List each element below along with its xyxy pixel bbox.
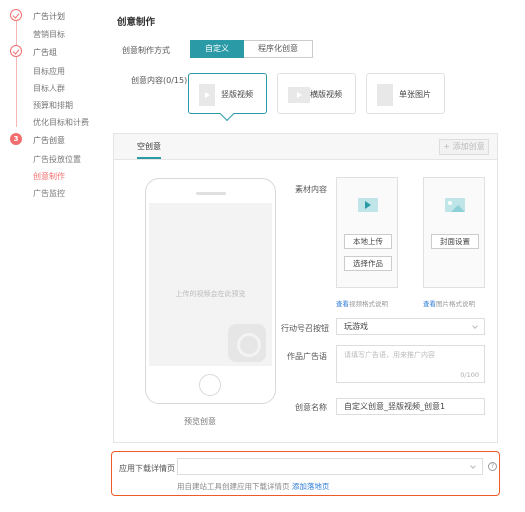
cover-setting-button[interactable]: 封面设置 xyxy=(431,234,479,249)
step-ad-plan[interactable]: 广告计划 xyxy=(33,11,65,22)
step-sidebar: 广告计划 营销目标 广告组 目标应用 目标人群 预算和排期 优化目标和计费 3 … xyxy=(0,0,105,512)
sidebar-item-placement[interactable]: 广告投放位置 xyxy=(33,154,81,165)
step-ad-group[interactable]: 广告组 xyxy=(33,47,57,58)
char-counter: 0/100 xyxy=(460,371,479,379)
help-icon[interactable]: ? xyxy=(488,462,497,471)
phone-speaker xyxy=(196,192,226,195)
name-label: 创意名称 xyxy=(295,403,327,412)
card-label: 单张图片 xyxy=(399,90,431,99)
panel-header: 空创意 + 添加创意 xyxy=(114,134,497,160)
cta-label: 行动号召按钮 xyxy=(281,324,329,333)
sidebar-item-ad-monitoring[interactable]: 广告监控 xyxy=(33,188,65,199)
page-title: 创意制作 xyxy=(117,17,156,28)
video-format-note: 查看视频格式说明 xyxy=(336,300,388,308)
material-label: 素材内容 xyxy=(295,185,327,194)
video-upload-box: 本地上传 选择作品 xyxy=(336,177,398,288)
content-type-cards: 竖版视频 横版视频 单张图片 xyxy=(188,73,445,122)
preview-creative-label: 预览创意 xyxy=(184,417,216,426)
view-image-format-link[interactable]: 查看 xyxy=(423,300,436,308)
card-label: 竖版视频 xyxy=(221,90,253,99)
sidebar-item-target-audience[interactable]: 目标人群 xyxy=(33,83,65,94)
sidebar-item-target-app[interactable]: 目标应用 xyxy=(33,66,65,77)
sidebar-item-creative-production[interactable]: 创意制作 xyxy=(33,171,65,182)
sidebar-item-optimization-billing[interactable]: 优化目标和计费 xyxy=(33,117,89,128)
sidebar-item-budget-schedule[interactable]: 预算和排期 xyxy=(33,100,73,111)
select-work-button[interactable]: 选择作品 xyxy=(344,256,392,271)
local-upload-button[interactable]: 本地上传 xyxy=(344,234,392,249)
cover-upload-box: 封面设置 xyxy=(423,177,485,288)
creative-panel: 空创意 + 添加创意 上传的视频会在此预览 预览创意 素材内容 本地上传 选择作… xyxy=(113,133,498,443)
mode-custom-button[interactable]: 自定义 xyxy=(190,40,244,58)
card-label: 横版视频 xyxy=(310,90,342,99)
check-icon xyxy=(10,45,22,57)
step-connector xyxy=(16,21,17,45)
download-page-select[interactable] xyxy=(177,458,483,475)
card-single-image[interactable]: 单张图片 xyxy=(366,73,445,114)
preview-placeholder: 上传的视频会在此预览 xyxy=(175,290,246,298)
cta-select[interactable]: 玩游戏 xyxy=(336,318,485,335)
mode-programmatic-button[interactable]: 程序化创意 xyxy=(244,40,313,58)
phone-screen: 上传的视频会在此预览 xyxy=(149,203,272,366)
add-creative-button[interactable]: + 添加创意 xyxy=(439,139,489,155)
card-vertical-video[interactable]: 竖版视频 xyxy=(188,73,267,122)
selection-pointer xyxy=(219,106,235,122)
check-icon xyxy=(10,9,22,21)
download-page-note: 用自建站工具创建应用下载详情页 添加落地页 xyxy=(177,482,330,491)
step-ad-creative[interactable]: 广告创意 xyxy=(33,135,65,146)
home-button-icon xyxy=(199,374,221,396)
content-label: 创意内容(0/15) xyxy=(131,76,188,85)
step-number-badge: 3 xyxy=(10,133,22,145)
download-page-section: 应用下载详情页 ? 用自建站工具创建应用下载详情页 添加落地页 xyxy=(111,451,500,496)
horizontal-video-icon xyxy=(288,87,310,103)
add-landing-page-link[interactable]: 添加落地页 xyxy=(292,482,330,491)
sidebar-item-marketing-goal[interactable]: 营销目标 xyxy=(33,29,65,40)
ad-copy-label: 作品广告语 xyxy=(287,352,327,361)
image-icon xyxy=(445,198,465,212)
step-connector xyxy=(16,56,17,127)
video-icon xyxy=(358,198,378,212)
download-page-label: 应用下载详情页 xyxy=(119,464,175,473)
creative-name-input[interactable]: 自定义创意_竖版视频_创意1 xyxy=(336,398,485,415)
ad-copy-textarea[interactable]: 请填写广告语，用来推广内容 0/100 xyxy=(336,345,485,383)
view-video-format-link[interactable]: 查看 xyxy=(336,300,349,308)
card-horizontal-video[interactable]: 横版视频 xyxy=(277,73,356,114)
mode-label: 创意制作方式 xyxy=(122,46,170,55)
chevron-down-icon xyxy=(472,323,478,329)
vertical-video-icon xyxy=(199,84,215,106)
phone-preview: 上传的视频会在此预览 xyxy=(145,178,276,404)
mode-switch: 自定义 程序化创意 xyxy=(190,40,313,58)
tab-empty-creative[interactable]: 空创意 xyxy=(137,141,161,159)
single-image-icon xyxy=(377,84,393,106)
image-format-note: 查看图片格式说明 xyxy=(423,300,475,308)
chevron-down-icon xyxy=(470,463,476,469)
